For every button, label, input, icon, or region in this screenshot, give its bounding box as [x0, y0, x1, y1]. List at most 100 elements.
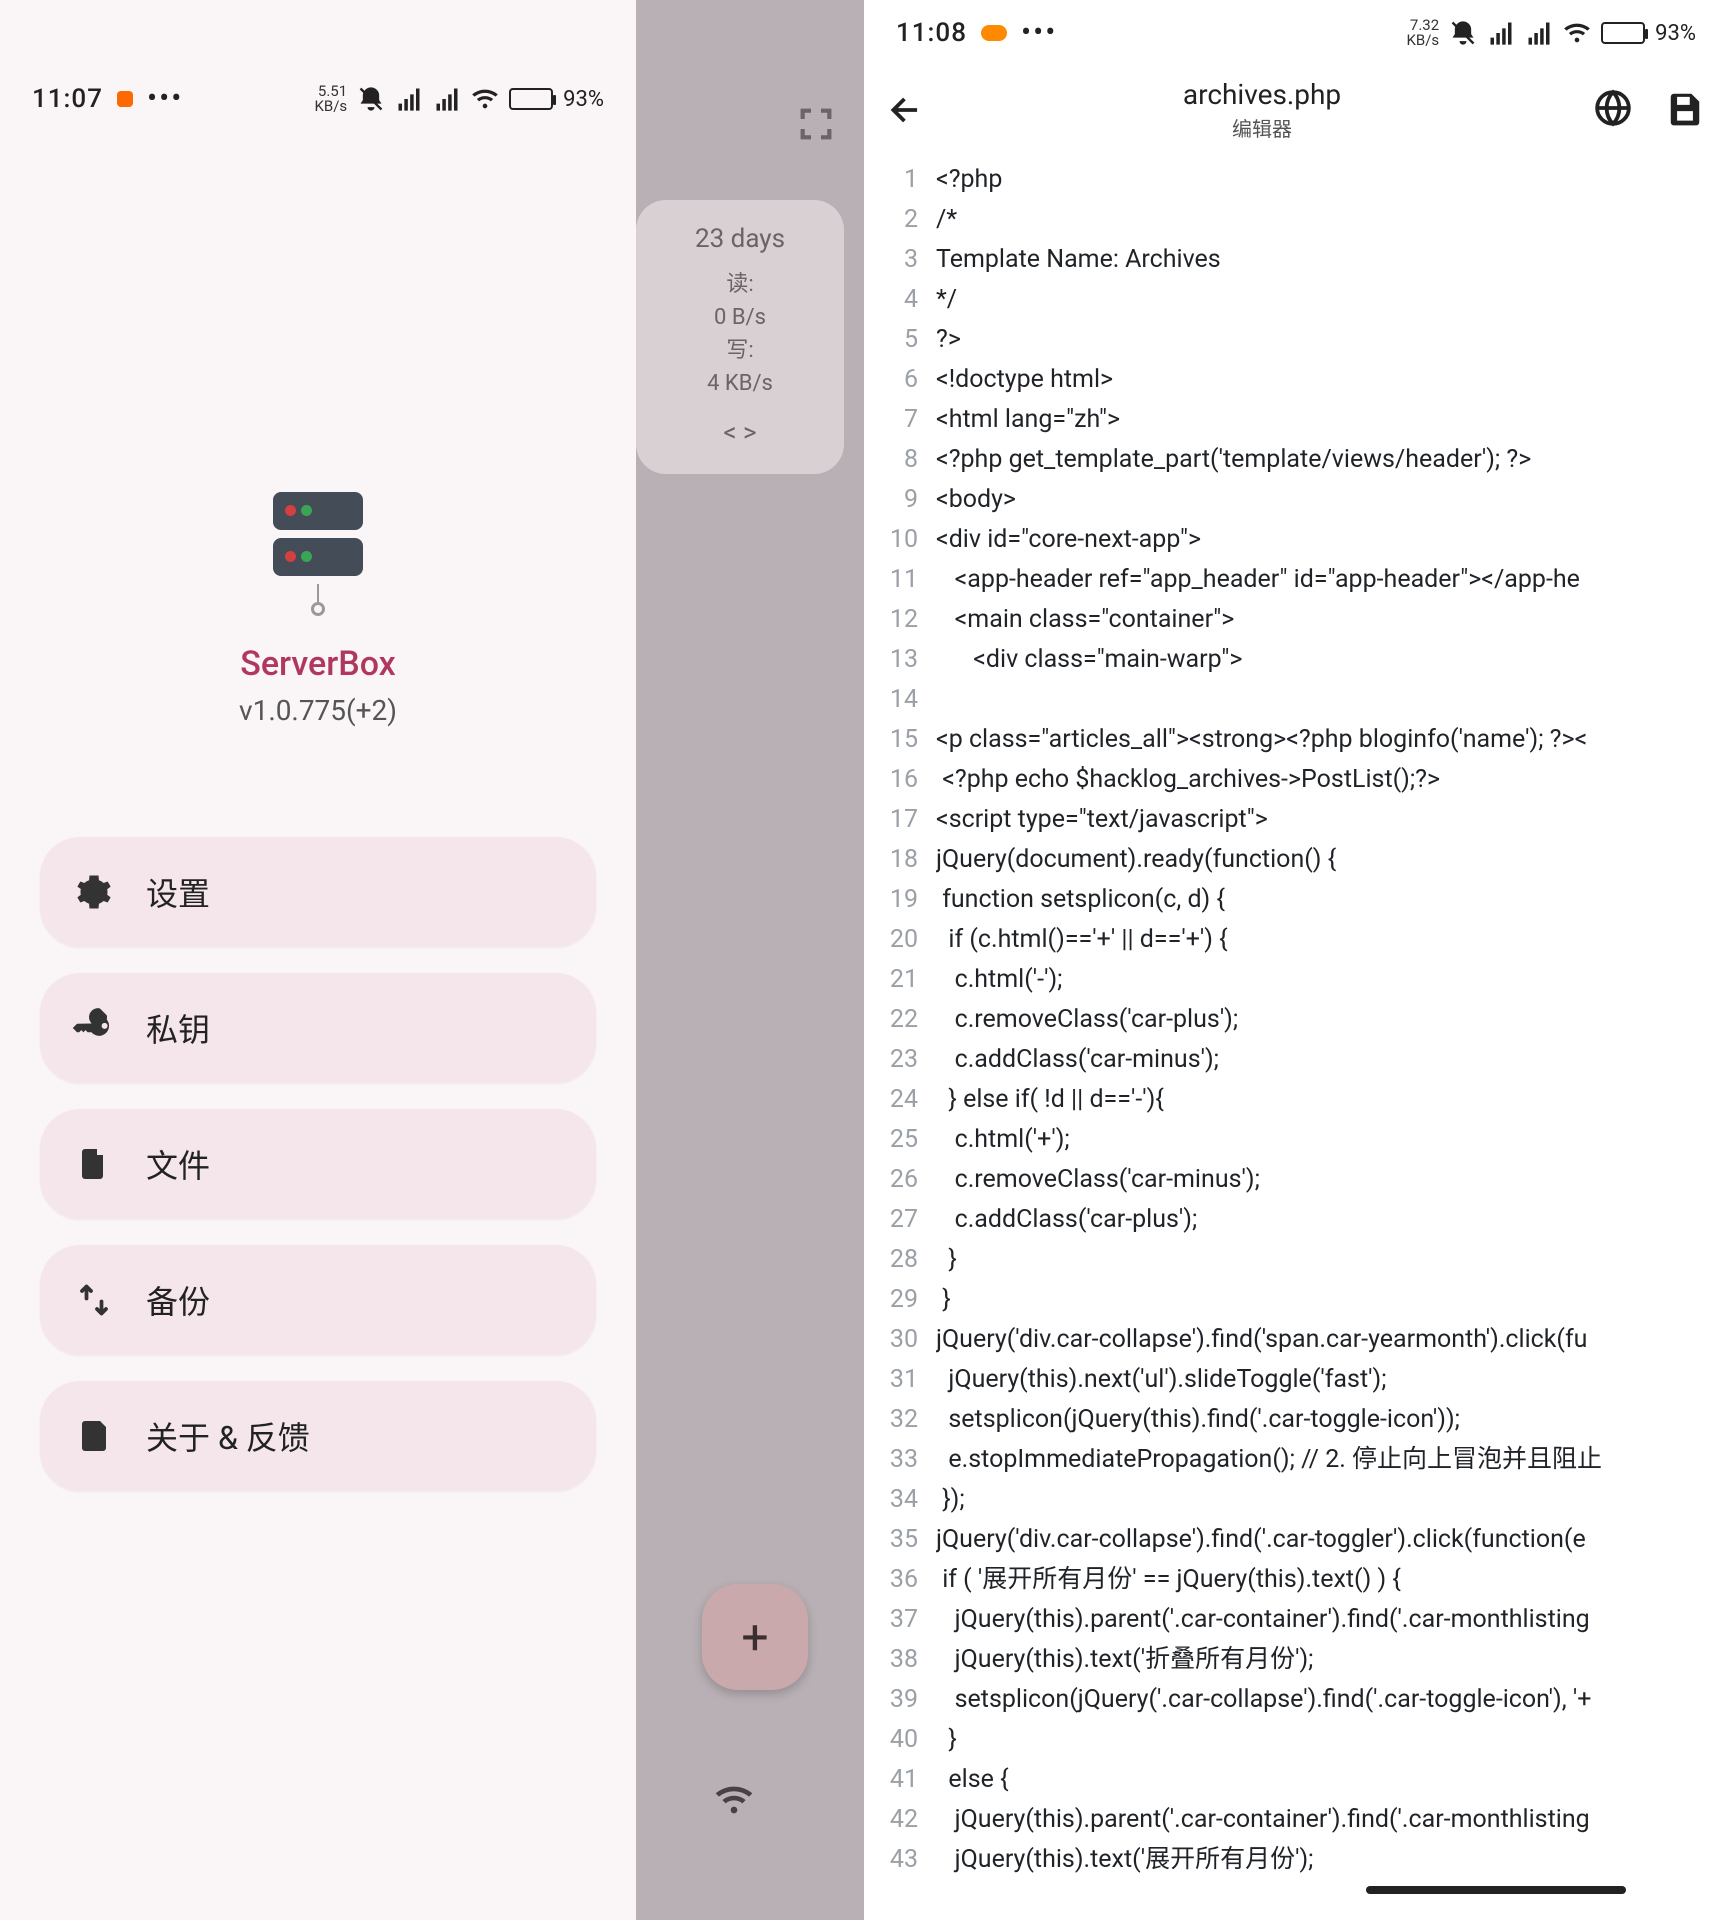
add-fab[interactable]: +: [702, 1584, 808, 1690]
code-line[interactable]: 39 setsplicon(jQuery('.car-collapse').fi…: [864, 1680, 1728, 1720]
code-editor[interactable]: 1<?php2/*3Template Name: Archives4*/5?>6…: [864, 154, 1728, 1880]
menu-label: 私钥: [146, 1005, 210, 1051]
code-line[interactable]: 37 jQuery(this).parent('.car-container')…: [864, 1600, 1728, 1640]
code-line[interactable]: 27 c.addClass('car-plus');: [864, 1200, 1728, 1240]
code-icon: < >: [654, 418, 826, 448]
code-line[interactable]: 2/*: [864, 200, 1728, 240]
code-line[interactable]: 23 c.addClass('car-minus');: [864, 1040, 1728, 1080]
code-line[interactable]: 19 function setsplicon(c, d) {: [864, 880, 1728, 920]
code-line[interactable]: 13 <div class="main-warp">: [864, 640, 1728, 680]
code-line[interactable]: 31 jQuery(this).next('ul').slideToggle('…: [864, 1360, 1728, 1400]
code-line[interactable]: 28 }: [864, 1240, 1728, 1280]
code-line[interactable]: 21 c.html('-');: [864, 960, 1728, 1000]
menu-files[interactable]: 文件: [40, 1109, 596, 1219]
right-phone: 11:08 ••• 7.32 KB/s 93%: [864, 0, 1728, 1920]
editor-title: archives.php 编辑器: [930, 78, 1594, 142]
code-line[interactable]: 3Template Name: Archives: [864, 240, 1728, 280]
code-line[interactable]: 24 } else if( !d || d=='-'){: [864, 1080, 1728, 1120]
line-number: 18: [864, 840, 936, 880]
code-text: jQuery(this).parent('.car-container').fi…: [936, 1800, 1728, 1840]
code-text: <!doctype html>: [936, 360, 1728, 400]
code-line[interactable]: 36 if ( '展开所有月份' == jQuery(this).text() …: [864, 1560, 1728, 1600]
line-number: 7: [864, 400, 936, 440]
left-phone: 11:07 ••• 5.51 KB/s 93%: [0, 0, 864, 1920]
menu-settings[interactable]: 设置: [40, 837, 596, 947]
code-line[interactable]: 40 }: [864, 1720, 1728, 1760]
code-line[interactable]: 10<div id="core-next-app">: [864, 520, 1728, 560]
ping-icon[interactable]: [714, 1780, 754, 1820]
code-line[interactable]: 8<?php get_template_part('template/views…: [864, 440, 1728, 480]
line-number: 40: [864, 1720, 936, 1760]
status-bar: 11:08 ••• 7.32 KB/s 93%: [864, 0, 1728, 66]
code-text: jQuery('div.car-collapse').find('.car-to…: [936, 1520, 1728, 1560]
code-line[interactable]: 34 });: [864, 1480, 1728, 1520]
code-line[interactable]: 12 <main class="container">: [864, 600, 1728, 640]
horizontal-scrollbar[interactable]: [1366, 1886, 1626, 1894]
code-line[interactable]: 5?>: [864, 320, 1728, 360]
server-card[interactable]: 23 days 读: 0 B/s 写: 4 KB/s < >: [636, 200, 844, 474]
code-text: }: [936, 1280, 1728, 1320]
code-text: <p class="articles_all"><strong><?php bl…: [936, 720, 1728, 760]
code-line[interactable]: 7<html lang="zh">: [864, 400, 1728, 440]
line-number: 30: [864, 1320, 936, 1360]
dnd-icon: [1449, 19, 1477, 47]
menu-backup[interactable]: 备份: [40, 1245, 596, 1355]
more-icon: •••: [1021, 18, 1057, 48]
back-button[interactable]: [882, 91, 930, 129]
code-text: setsplicon(jQuery(this).find('.car-toggl…: [936, 1400, 1728, 1440]
code-text: <html lang="zh">: [936, 400, 1728, 440]
menu-about[interactable]: 关于 & 反馈: [40, 1381, 596, 1491]
line-number: 23: [864, 1040, 936, 1080]
line-number: 21: [864, 960, 936, 1000]
code-line[interactable]: 16 <?php echo $hacklog_archives->PostLis…: [864, 760, 1728, 800]
code-line[interactable]: 26 c.removeClass('car-minus');: [864, 1160, 1728, 1200]
line-number: 43: [864, 1840, 936, 1880]
line-number: 10: [864, 520, 936, 560]
code-line[interactable]: 41 else {: [864, 1760, 1728, 1800]
line-number: 41: [864, 1760, 936, 1800]
line-number: 6: [864, 360, 936, 400]
code-text: jQuery('div.car-collapse').find('span.ca…: [936, 1320, 1728, 1360]
code-line[interactable]: 22 c.removeClass('car-plus');: [864, 1000, 1728, 1040]
code-line[interactable]: 42 jQuery(this).parent('.car-container')…: [864, 1800, 1728, 1840]
code-line[interactable]: 43 jQuery(this).text('展开所有月份');: [864, 1840, 1728, 1880]
code-line[interactable]: 1<?php: [864, 160, 1728, 200]
code-text: ?>: [936, 320, 1728, 360]
code-text: c.html('-');: [936, 960, 1728, 1000]
code-line[interactable]: 14: [864, 680, 1728, 720]
code-line[interactable]: 18jQuery(document).ready(function() {: [864, 840, 1728, 880]
signal-hd2-icon: [1525, 19, 1553, 47]
save-button[interactable]: [1666, 89, 1704, 131]
line-number: 42: [864, 1800, 936, 1840]
line-number: 25: [864, 1120, 936, 1160]
code-line[interactable]: 25 c.html('+');: [864, 1120, 1728, 1160]
sync-icon: [76, 1282, 112, 1318]
line-number: 29: [864, 1280, 936, 1320]
code-line[interactable]: 6<!doctype html>: [864, 360, 1728, 400]
code-line[interactable]: 32 setsplicon(jQuery(this).find('.car-to…: [864, 1400, 1728, 1440]
status-bar: 11:07 ••• 5.51 KB/s 93%: [0, 66, 636, 132]
code-line[interactable]: 17<script type="text/javascript">: [864, 800, 1728, 840]
code-line[interactable]: 35jQuery('div.car-collapse').find('.car-…: [864, 1520, 1728, 1560]
code-line[interactable]: 33 e.stopImmediatePropagation(); // 2. 停…: [864, 1440, 1728, 1480]
code-text: <?php get_template_part('template/views/…: [936, 440, 1728, 480]
code-line[interactable]: 4*/: [864, 280, 1728, 320]
drawer-scrim[interactable]: 23 days 读: 0 B/s 写: 4 KB/s < > +: [636, 0, 864, 1920]
line-number: 4: [864, 280, 936, 320]
code-line[interactable]: 15<p class="articles_all"><strong><?php …: [864, 720, 1728, 760]
encoding-button[interactable]: [1594, 89, 1632, 131]
code-text: e.stopImmediatePropagation(); // 2. 停止向上…: [936, 1440, 1728, 1480]
code-line[interactable]: 30jQuery('div.car-collapse').find('span.…: [864, 1320, 1728, 1360]
battery-pct: 93%: [563, 87, 604, 112]
menu-keys[interactable]: 私钥: [40, 973, 596, 1083]
line-number: 33: [864, 1440, 936, 1480]
key-icon: [69, 1003, 120, 1054]
more-icon: •••: [147, 84, 183, 114]
code-line[interactable]: 9<body>: [864, 480, 1728, 520]
code-line[interactable]: 38 jQuery(this).text('折叠所有月份');: [864, 1640, 1728, 1680]
code-line[interactable]: 29 }: [864, 1280, 1728, 1320]
code-text: <app-header ref="app_header" id="app-hea…: [936, 560, 1728, 600]
code-line[interactable]: 11 <app-header ref="app_header" id="app-…: [864, 560, 1728, 600]
fullscreen-icon[interactable]: [796, 104, 836, 144]
code-line[interactable]: 20 if (c.html()=='+' || d=='+') {: [864, 920, 1728, 960]
